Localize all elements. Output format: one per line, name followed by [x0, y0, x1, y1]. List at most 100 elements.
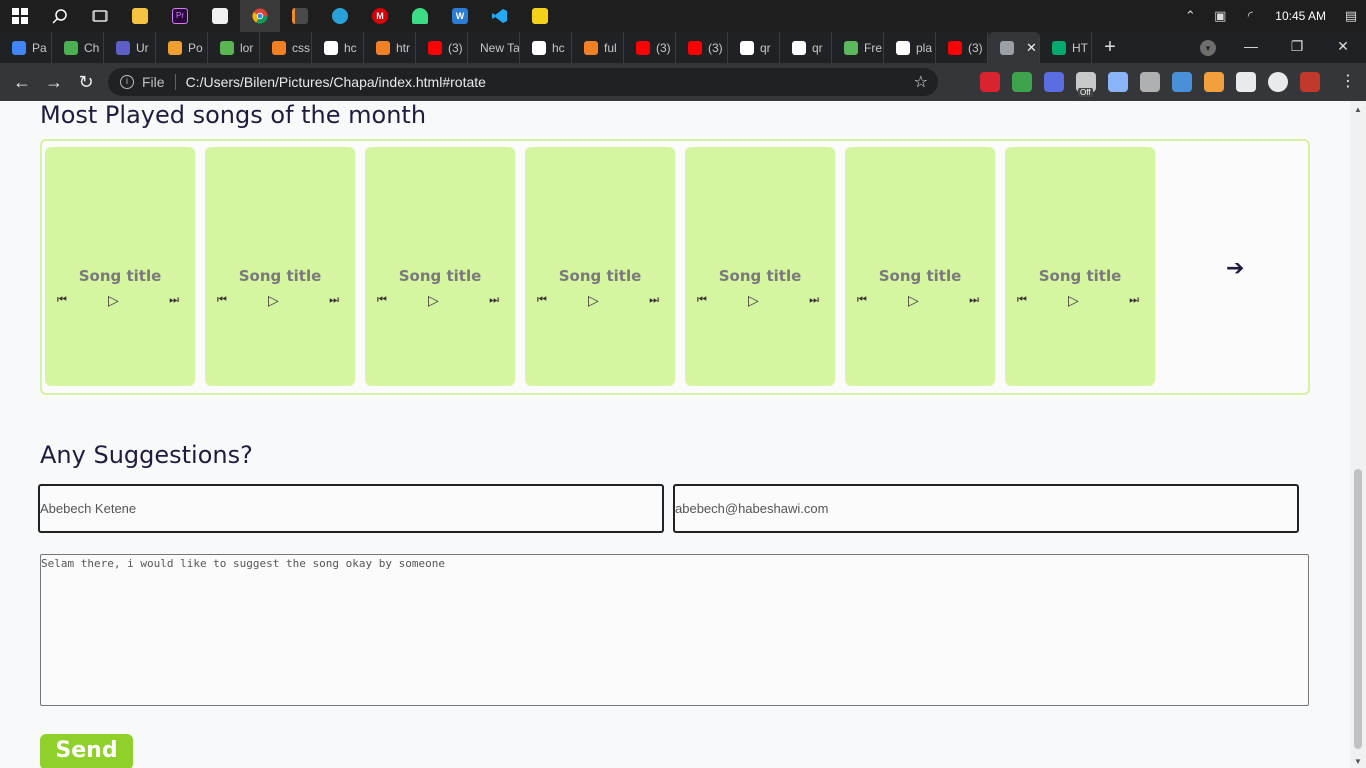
song-card[interactable]: Song title ⏮ ▷ ⏭ — [685, 147, 835, 386]
skip-previous-icon[interactable]: ⏮ — [857, 294, 867, 307]
play-icon[interactable]: ▷ — [588, 292, 599, 309]
browser-tab[interactable]: ✕ — [988, 32, 1040, 63]
task-view-icon[interactable] — [80, 0, 120, 32]
address-bar[interactable]: i File C:/Users/Bilen/Pictures/Chapa/ind… — [108, 68, 938, 96]
sublime-icon[interactable] — [280, 0, 320, 32]
browser-tab[interactable]: Pa — [0, 32, 52, 63]
extension-icon[interactable] — [1172, 72, 1192, 92]
paint-icon[interactable] — [200, 0, 240, 32]
word-icon[interactable]: W — [440, 0, 480, 32]
mega-icon[interactable]: M — [360, 0, 400, 32]
email-field[interactable]: abebech@habeshawi.com — [673, 484, 1299, 533]
play-icon[interactable]: ▷ — [748, 292, 759, 309]
new-tab-button[interactable]: + — [1092, 36, 1128, 59]
browser-tab[interactable]: (3) — [676, 32, 728, 63]
chrome-icon[interactable] — [240, 0, 280, 32]
skip-previous-icon[interactable]: ⏮ — [57, 294, 67, 307]
scroll-up-icon[interactable]: ▲ — [1354, 105, 1362, 114]
premiere-pro-icon[interactable]: Pr — [160, 0, 200, 32]
reload-icon[interactable]: ↻ — [70, 72, 102, 93]
browser-tab[interactable]: ful — [572, 32, 624, 63]
browser-tab[interactable]: lor — [208, 32, 260, 63]
browser-tab[interactable]: Ch — [52, 32, 104, 63]
skip-next-icon[interactable]: ⏭ — [969, 294, 979, 307]
vscode-icon[interactable] — [480, 0, 520, 32]
extension-icon[interactable] — [1300, 72, 1320, 92]
bookmark-star-icon[interactable]: ☆ — [914, 72, 928, 92]
close-tab-icon[interactable]: ✕ — [1026, 40, 1037, 56]
browser-tab[interactable]: (3) — [936, 32, 988, 63]
page-scrollbar[interactable]: ▲ ▼ — [1350, 101, 1366, 768]
close-window-icon[interactable]: ✕ — [1320, 32, 1366, 63]
play-icon[interactable]: ▷ — [908, 292, 919, 309]
info-icon[interactable]: i — [120, 75, 134, 89]
url-text[interactable]: C:/Users/Bilen/Pictures/Chapa/index.html… — [186, 74, 486, 90]
restore-icon[interactable]: ❐ — [1274, 32, 1320, 63]
forward-icon[interactable]: → — [38, 72, 70, 93]
browser-tab[interactable]: htr — [364, 32, 416, 63]
song-card[interactable]: Song title ⏮ ▷ ⏭ — [1005, 147, 1155, 386]
song-card[interactable]: Song title ⏮ ▷ ⏭ — [365, 147, 515, 386]
skip-next-icon[interactable]: ⏭ — [169, 294, 179, 307]
extension-icon[interactable] — [1140, 72, 1160, 92]
song-card[interactable]: Song title ⏮ ▷ ⏭ — [845, 147, 995, 386]
skip-previous-icon[interactable]: ⏮ — [537, 294, 547, 307]
play-icon[interactable]: ▷ — [1068, 292, 1079, 309]
telegram-icon[interactable] — [320, 0, 360, 32]
extension-icon[interactable] — [980, 72, 1000, 92]
skip-previous-icon[interactable]: ⏮ — [217, 294, 227, 307]
extension-icon[interactable] — [1108, 72, 1128, 92]
back-icon[interactable]: ← — [6, 72, 38, 93]
player-icon[interactable] — [520, 0, 560, 32]
search-icon[interactable] — [40, 0, 80, 32]
wifi-icon[interactable]: ◜ — [1235, 8, 1265, 24]
browser-tab[interactable]: css — [260, 32, 312, 63]
minimize-icon[interactable]: — — [1228, 32, 1274, 63]
skip-previous-icon[interactable]: ⏮ — [697, 294, 707, 307]
extension-icon[interactable] — [1204, 72, 1224, 92]
browser-tab[interactable]: qr — [728, 32, 780, 63]
scroll-down-icon[interactable]: ▼ — [1354, 757, 1362, 766]
android-icon[interactable] — [400, 0, 440, 32]
skip-next-icon[interactable]: ⏭ — [489, 294, 499, 307]
scrollbar-thumb[interactable] — [1354, 469, 1362, 749]
notifications-icon[interactable]: ▤ — [1336, 8, 1366, 24]
windows-start-icon[interactable] — [0, 0, 40, 32]
song-card[interactable]: Song title ⏮ ▷ ⏭ — [525, 147, 675, 386]
extension-icon[interactable] — [1044, 72, 1064, 92]
skip-next-icon[interactable]: ⏭ — [1129, 294, 1139, 307]
extension-icon[interactable] — [1012, 72, 1032, 92]
browser-tab[interactable]: Po — [156, 32, 208, 63]
browser-tab[interactable]: pla — [884, 32, 936, 63]
play-icon[interactable]: ▷ — [428, 292, 439, 309]
browser-tab[interactable]: Fre — [832, 32, 884, 63]
extension-icon[interactable] — [1236, 72, 1256, 92]
display-icon[interactable]: ▣ — [1205, 8, 1235, 24]
skip-next-icon[interactable]: ⏭ — [809, 294, 819, 307]
message-textarea[interactable]: Selam there, i would like to suggest the… — [40, 554, 1309, 706]
send-button[interactable]: Send — [40, 734, 133, 768]
extension-icon[interactable] — [1268, 72, 1288, 92]
browser-tab[interactable]: hc — [520, 32, 572, 63]
tab-search-icon[interactable]: ▾ — [1200, 40, 1216, 56]
file-explorer-icon[interactable] — [120, 0, 160, 32]
play-icon[interactable]: ▷ — [268, 292, 279, 309]
song-card[interactable]: Song title ⏮ ▷ ⏭ — [45, 147, 195, 386]
name-field[interactable]: Abebech Ketene — [38, 484, 664, 533]
browser-tab[interactable]: (3) — [416, 32, 468, 63]
arrow-right-icon[interactable]: ➔ — [1226, 255, 1244, 281]
kebab-menu-icon[interactable]: ⋮ — [1340, 71, 1356, 91]
browser-tab[interactable]: New Ta — [468, 32, 520, 63]
play-icon[interactable]: ▷ — [108, 292, 119, 309]
skip-previous-icon[interactable]: ⏮ — [1017, 294, 1027, 307]
browser-tab[interactable]: (3) — [624, 32, 676, 63]
song-card[interactable]: Song title ⏮ ▷ ⏭ — [205, 147, 355, 386]
extension-icon[interactable]: Off — [1076, 72, 1096, 97]
browser-tab[interactable]: HT — [1040, 32, 1092, 63]
chevron-up-icon[interactable]: ⌃ — [1175, 8, 1205, 24]
browser-tab[interactable]: hc — [312, 32, 364, 63]
skip-next-icon[interactable]: ⏭ — [329, 294, 339, 307]
browser-tab[interactable]: qr — [780, 32, 832, 63]
clock[interactable]: 10:45 AM — [1265, 9, 1336, 23]
skip-previous-icon[interactable]: ⏮ — [377, 294, 387, 307]
